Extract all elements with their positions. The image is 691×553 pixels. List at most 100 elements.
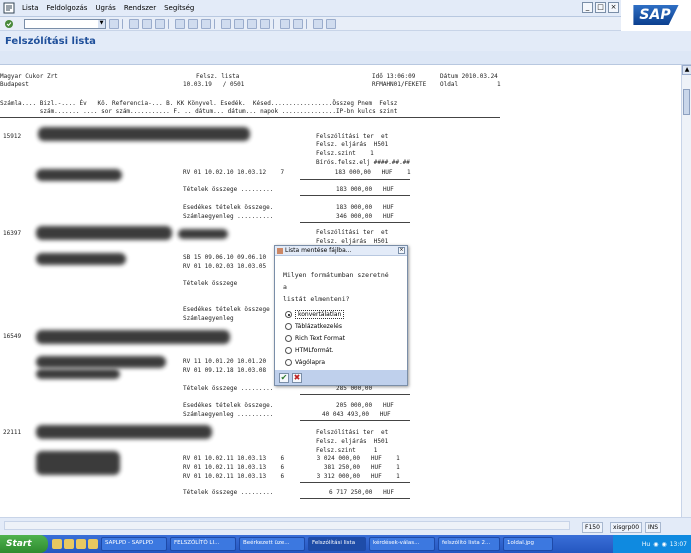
dunning-procedure: Felsz. eljárás H501 bbox=[316, 438, 389, 445]
system-tray: Hu ◉ ◉ 13:07 bbox=[613, 535, 691, 553]
dialog-close-button[interactable]: × bbox=[398, 247, 405, 254]
item-row: SB 15 09.06.10 09.06.10 bbox=[183, 254, 267, 261]
exit-icon[interactable] bbox=[142, 18, 152, 29]
previous-page-icon[interactable] bbox=[234, 18, 244, 29]
balance-value: 346 000,00 HUF bbox=[336, 213, 394, 220]
item-row: RV 01 10.02.11 10.03.13 6 381 250,00 HUF… bbox=[183, 464, 400, 471]
sum-divider bbox=[300, 394, 410, 395]
dunning-procedure: Felsz. eljárás H501 bbox=[316, 238, 389, 245]
item-row: RV 01 10.02.03 10.03.05 bbox=[183, 263, 267, 270]
taskbar-item[interactable]: kérdések-válas... bbox=[369, 537, 435, 551]
header-divider bbox=[0, 117, 500, 118]
taskbar-item[interactable]: felszólító lista 2... bbox=[438, 537, 500, 551]
format-option-spreadsheet[interactable]: Táblázatkezelés bbox=[285, 323, 342, 330]
quicklaunch-icon[interactable] bbox=[64, 539, 74, 549]
command-field[interactable]: ▼ bbox=[24, 18, 106, 29]
item-row: RV 01 10.02.11 10.03.13 6 3 312 000,00 H… bbox=[183, 473, 400, 480]
radio-icon[interactable] bbox=[285, 335, 292, 342]
scroll-up-icon[interactable]: ▲ bbox=[682, 65, 691, 75]
radio-selected-icon[interactable] bbox=[285, 311, 292, 318]
dunning-procedure: Felsz. eljárás H501 bbox=[316, 141, 389, 148]
tray-icon[interactable]: ◉ bbox=[661, 541, 666, 548]
quicklaunch-icon[interactable] bbox=[52, 539, 62, 549]
find-icon[interactable] bbox=[188, 18, 198, 29]
customer-id: 22111 bbox=[3, 429, 22, 436]
radio-icon[interactable] bbox=[285, 347, 292, 354]
list-title: Felsz. lista bbox=[196, 73, 240, 80]
page-label: Oldal bbox=[440, 81, 459, 88]
first-page-icon[interactable] bbox=[221, 18, 231, 29]
menu-lista[interactable]: Lista bbox=[18, 4, 43, 12]
shortcut-icon[interactable] bbox=[293, 18, 303, 29]
taskbar-item-active[interactable]: Felszólítási lista bbox=[308, 537, 366, 551]
items-sum-value: 285 000,00 bbox=[336, 385, 373, 392]
taskbar-item[interactable]: 1oldal.jpg bbox=[503, 537, 553, 551]
balance-label: Számlaegyenleg .......... bbox=[183, 411, 274, 418]
taskbar-item[interactable]: SAPLPD - SAPLPD bbox=[101, 537, 167, 551]
back-icon[interactable] bbox=[129, 18, 139, 29]
balance-label: Számlaegyenleg .......... bbox=[183, 213, 274, 220]
find-next-icon[interactable] bbox=[201, 18, 211, 29]
window-controls: _ □ × bbox=[582, 2, 619, 13]
save-list-dialog: Lista mentése fájlba... × Milyen formátu… bbox=[274, 245, 408, 386]
due-sum-value: 205 000,00 HUF bbox=[336, 402, 394, 409]
save-icon[interactable] bbox=[109, 18, 119, 29]
print-icon[interactable] bbox=[175, 18, 185, 29]
quicklaunch-icon[interactable] bbox=[76, 539, 86, 549]
date-label: Dátum 2010.03.24 bbox=[440, 73, 498, 80]
tray-icon[interactable]: ◉ bbox=[653, 541, 658, 548]
new-session-icon[interactable] bbox=[280, 18, 290, 29]
items-sum-label: Tételek összege ......... bbox=[183, 186, 274, 193]
command-dropdown-icon[interactable]: ▼ bbox=[98, 19, 105, 28]
radio-icon[interactable] bbox=[285, 323, 292, 330]
taskbar-item[interactable]: Beérkezett üze... bbox=[239, 537, 305, 551]
confirm-button[interactable]: ✔ bbox=[279, 372, 289, 383]
redacted-name bbox=[38, 127, 250, 141]
language-indicator[interactable]: Hu bbox=[642, 541, 650, 548]
format-option-unconverted[interactable]: konvertálatlan bbox=[285, 310, 345, 319]
sum-divider bbox=[300, 420, 410, 421]
redacted-name bbox=[36, 253, 126, 265]
start-button[interactable]: Start bbox=[0, 535, 48, 553]
radio-icon[interactable] bbox=[285, 359, 292, 366]
redacted-name bbox=[36, 169, 122, 181]
format-option-rtf[interactable]: Rich Text Format bbox=[285, 335, 345, 342]
windows-taskbar: Start SAPLPD - SAPLPD FELSZÓLÍTÓ LI... B… bbox=[0, 535, 691, 553]
minimize-button[interactable]: _ bbox=[582, 2, 593, 13]
enter-icon[interactable] bbox=[4, 19, 14, 29]
taskbar-item[interactable]: FELSZÓLÍTÓ LI... bbox=[170, 537, 236, 551]
maximize-button[interactable]: □ bbox=[595, 2, 606, 13]
dialog-title-bar: Lista mentése fájlba... × bbox=[275, 246, 407, 256]
menu-ugras[interactable]: Ugrás bbox=[91, 4, 119, 12]
items-sum-label: Tételek összege ......... bbox=[183, 385, 274, 392]
toolbar-separator bbox=[214, 18, 215, 29]
cancel-button[interactable]: ✖ bbox=[292, 372, 302, 383]
horizontal-scrollbar[interactable] bbox=[4, 521, 570, 530]
help-icon[interactable] bbox=[313, 18, 323, 29]
menu-rendszer[interactable]: Rendszer bbox=[120, 4, 160, 12]
sap-logo-text: SAP bbox=[633, 5, 679, 25]
vertical-scrollbar[interactable]: ▲ bbox=[681, 65, 691, 517]
next-page-icon[interactable] bbox=[247, 18, 257, 29]
last-page-icon[interactable] bbox=[260, 18, 270, 29]
items-sum-value: 6 717 250,00 HUF bbox=[329, 489, 395, 496]
menu-segitseg[interactable]: Segítség bbox=[160, 4, 198, 12]
scroll-thumb[interactable] bbox=[683, 89, 690, 115]
balance-value: 40 043 493,00 HUF bbox=[322, 411, 391, 418]
format-option-clipboard[interactable]: Vágólapra bbox=[285, 359, 325, 366]
close-window-button[interactable]: × bbox=[608, 2, 619, 13]
cancel-icon[interactable] bbox=[155, 18, 165, 29]
format-option-html[interactable]: HTMLformát. bbox=[285, 347, 334, 354]
page-number: 1 bbox=[497, 81, 501, 88]
list-date: 10.03.19 / 0501 bbox=[183, 81, 245, 88]
dialog-question-line2: a bbox=[283, 283, 287, 291]
items-sum-label: Tételek összege bbox=[183, 280, 238, 287]
quicklaunch-icon[interactable] bbox=[88, 539, 98, 549]
dialog-question-line1: Milyen formátumban szeretné bbox=[283, 271, 389, 279]
app-icon[interactable] bbox=[3, 2, 15, 14]
application-toolbar bbox=[0, 51, 691, 65]
dialog-question-line3: listát elmenteni? bbox=[283, 295, 350, 303]
status-server: xisgrp00 bbox=[610, 522, 643, 533]
menu-feldolgozas[interactable]: Feldolgozás bbox=[43, 4, 92, 12]
layout-icon[interactable] bbox=[326, 18, 336, 29]
